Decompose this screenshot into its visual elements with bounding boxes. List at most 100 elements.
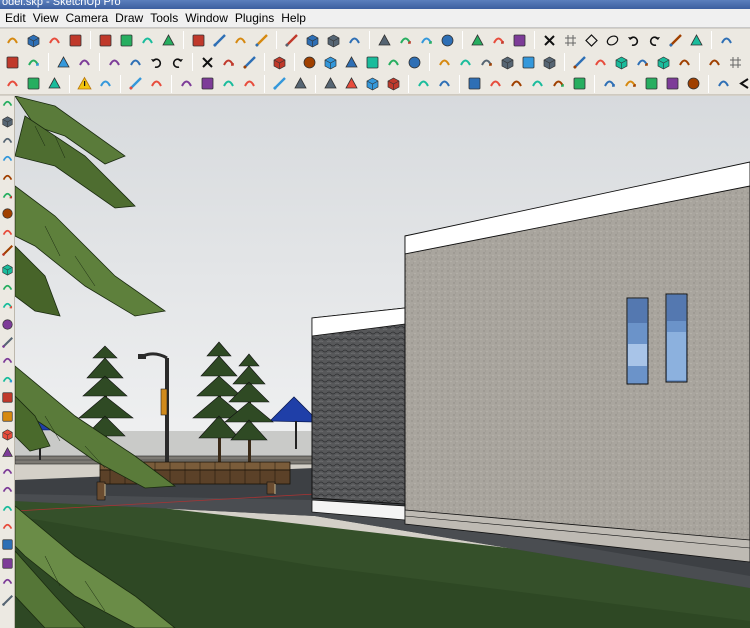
paint-icon[interactable]	[4, 54, 21, 71]
box-icon[interactable]	[0, 519, 14, 534]
textured-icon[interactable]	[520, 54, 537, 71]
texture-b-icon[interactable]	[343, 75, 360, 92]
material-e-icon[interactable]	[685, 75, 702, 92]
menu-help[interactable]: Help	[277, 9, 309, 28]
menu-plugins[interactable]: Plugins	[231, 9, 277, 28]
scale-icon[interactable]	[253, 32, 270, 49]
close-x-icon[interactable]	[541, 32, 558, 49]
add-detail-icon[interactable]	[550, 75, 567, 92]
end-icon[interactable]	[0, 574, 14, 589]
orbit-icon[interactable]	[283, 32, 300, 49]
material-c-icon[interactable]	[643, 75, 660, 92]
solid-intersect-icon[interactable]	[634, 54, 651, 71]
solid-subtract-icon[interactable]	[592, 54, 609, 71]
delete-icon[interactable]	[199, 54, 216, 71]
menu-window[interactable]: Window	[181, 9, 231, 28]
grid-icon[interactable]	[562, 32, 579, 49]
text3d-icon[interactable]	[148, 75, 165, 92]
plugin-a-icon[interactable]	[667, 32, 684, 49]
protractor-icon[interactable]	[106, 54, 123, 71]
xray-icon[interactable]	[436, 54, 453, 71]
component-icon[interactable]	[0, 445, 14, 460]
texture-d-icon[interactable]	[385, 75, 402, 92]
tree-icon[interactable]	[415, 75, 432, 92]
flag-icon[interactable]	[241, 75, 258, 92]
shadow-icon[interactable]	[178, 75, 195, 92]
make-component-icon[interactable]	[139, 32, 156, 49]
arc-small-icon[interactable]	[46, 75, 63, 92]
sandbox-icon[interactable]	[271, 75, 288, 92]
grid-icon[interactable]	[727, 54, 744, 71]
flower-icon[interactable]	[97, 75, 114, 92]
model-icon[interactable]	[0, 482, 14, 497]
menu-camera[interactable]: Camera	[61, 9, 111, 28]
pan-icon[interactable]	[304, 32, 321, 49]
stamp-icon[interactable]	[508, 75, 525, 92]
component-icon[interactable]	[292, 75, 309, 92]
eraser-small-icon[interactable]	[4, 75, 21, 92]
paint-bucket-icon[interactable]	[118, 32, 135, 49]
layer-icon[interactable]	[706, 54, 723, 71]
push-pull-icon[interactable]	[190, 32, 207, 49]
zoom-icon[interactable]	[325, 32, 342, 49]
3d-model-viewport[interactable]	[15, 96, 750, 628]
orbit-icon[interactable]	[0, 335, 14, 350]
line-icon[interactable]	[0, 133, 14, 148]
select-icon[interactable]	[0, 96, 14, 111]
last-icon[interactable]	[0, 593, 14, 608]
walk-icon[interactable]	[0, 390, 14, 405]
pan-icon[interactable]	[0, 353, 14, 368]
arc-icon[interactable]	[0, 151, 14, 166]
solid-split-icon[interactable]	[655, 54, 672, 71]
move-icon[interactable]	[160, 32, 177, 49]
drape-icon[interactable]	[529, 75, 546, 92]
push-pull-icon[interactable]	[0, 188, 14, 203]
wireframe-icon[interactable]	[457, 54, 474, 71]
look-icon[interactable]	[0, 409, 14, 424]
circle-icon[interactable]	[46, 32, 63, 49]
zoom-extents-icon[interactable]	[346, 32, 363, 49]
text-icon[interactable]	[127, 54, 144, 71]
scale-icon[interactable]	[0, 243, 14, 258]
next-view-icon[interactable]	[397, 32, 414, 49]
position-camera-icon[interactable]	[418, 32, 435, 49]
previous-view-icon[interactable]	[376, 32, 393, 49]
smooth-icon[interactable]	[487, 75, 504, 92]
axes-icon[interactable]	[718, 32, 735, 49]
text-icon[interactable]	[0, 298, 14, 313]
save-icon[interactable]	[25, 54, 42, 71]
follow-me-icon[interactable]	[232, 32, 249, 49]
axis-icon[interactable]	[127, 75, 144, 92]
diamond-icon[interactable]	[583, 32, 600, 49]
undo-icon[interactable]	[148, 54, 165, 71]
material-a-icon[interactable]	[601, 75, 618, 92]
texture-a-icon[interactable]	[322, 75, 339, 92]
right-view-icon[interactable]	[364, 54, 381, 71]
zoom-icon[interactable]	[0, 372, 14, 387]
print-icon[interactable]	[241, 54, 258, 71]
plugin-b-icon[interactable]	[688, 32, 705, 49]
display-section-icon[interactable]	[511, 32, 528, 49]
section-plane-icon[interactable]	[490, 32, 507, 49]
back-view-icon[interactable]	[385, 54, 402, 71]
curve-icon[interactable]	[466, 75, 483, 92]
menu-draw[interactable]: Draw	[111, 9, 146, 28]
shaded-icon[interactable]	[499, 54, 516, 71]
rotate-icon[interactable]	[211, 32, 228, 49]
top-view-icon[interactable]	[322, 54, 339, 71]
window-icon[interactable]	[0, 537, 14, 552]
flip-edge-icon[interactable]	[571, 75, 588, 92]
eraser-icon[interactable]	[0, 114, 14, 129]
undo-icon[interactable]	[625, 32, 642, 49]
redo-icon[interactable]	[646, 32, 663, 49]
eraser-icon[interactable]	[97, 32, 114, 49]
material-b-icon[interactable]	[622, 75, 639, 92]
warning-icon[interactable]	[76, 75, 93, 92]
section-icon[interactable]	[0, 427, 14, 442]
fog-icon[interactable]	[199, 75, 216, 92]
pencil-icon[interactable]	[715, 75, 732, 92]
sun-icon[interactable]	[220, 75, 237, 92]
iso-view-icon[interactable]	[301, 54, 318, 71]
rotate-icon[interactable]	[0, 225, 14, 240]
person-icon[interactable]	[436, 75, 453, 92]
